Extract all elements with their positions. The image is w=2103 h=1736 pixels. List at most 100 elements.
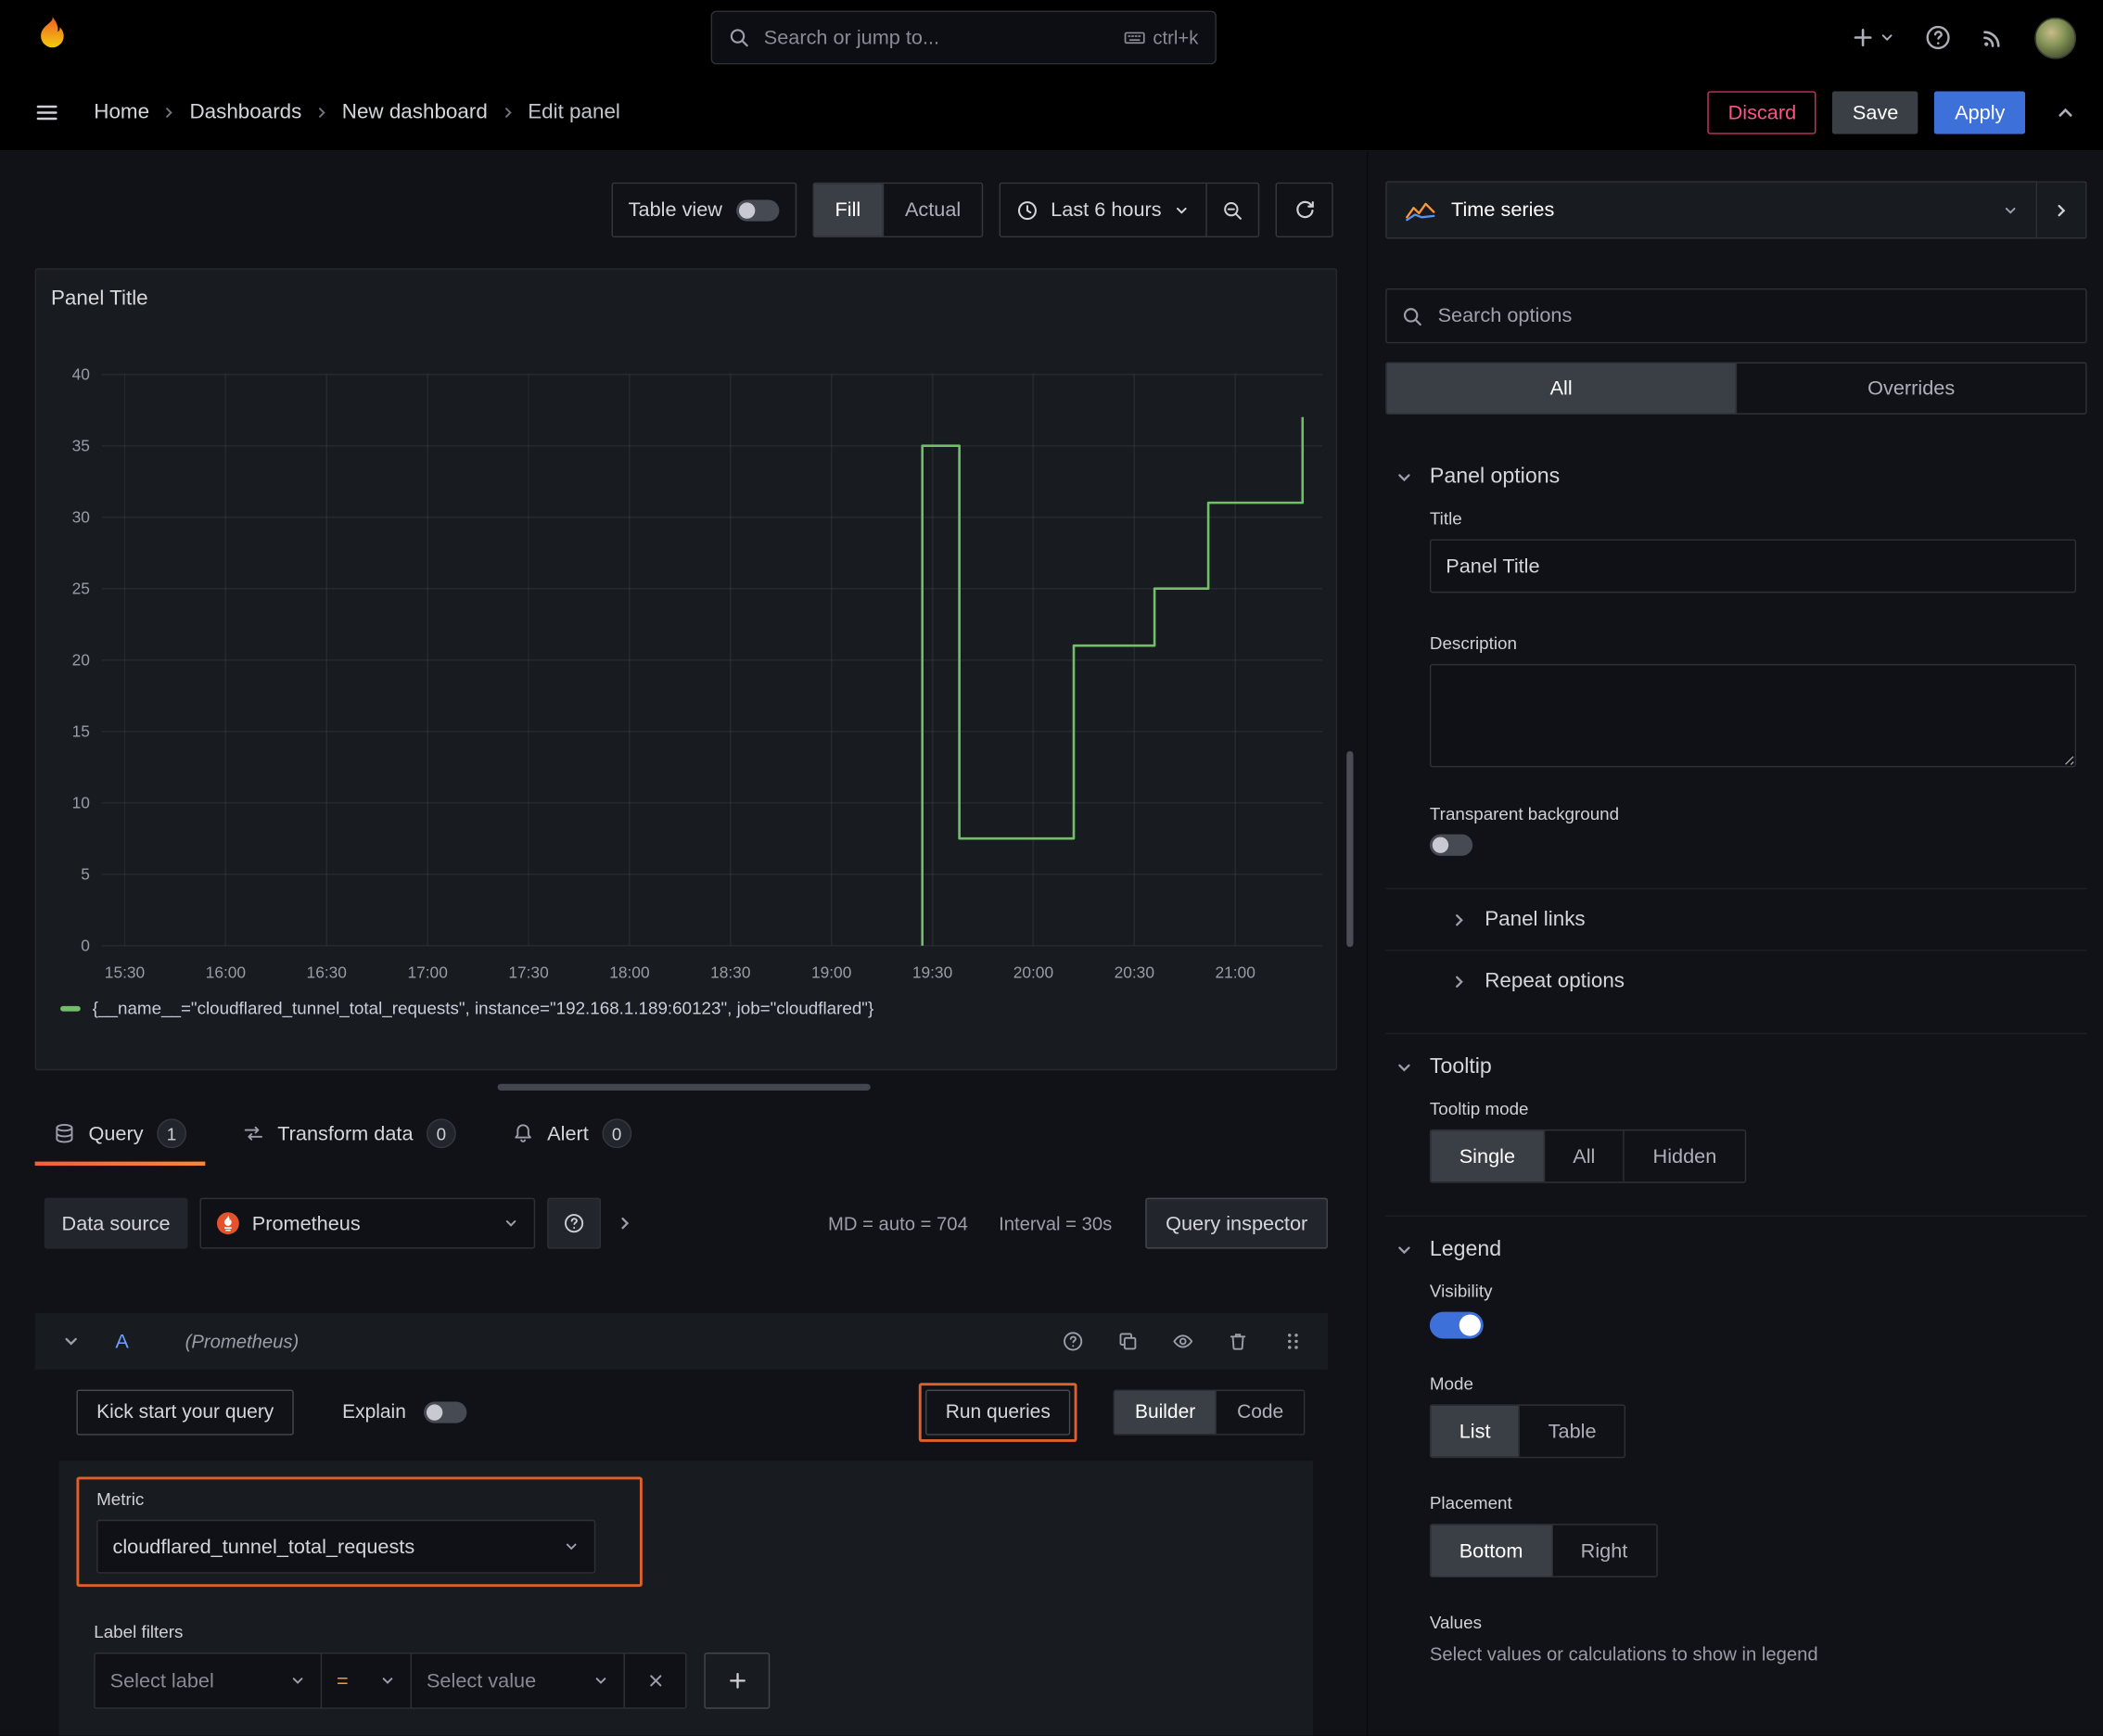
select-label-dropdown[interactable]: Select label xyxy=(94,1653,323,1709)
zoom-out-button[interactable] xyxy=(1207,184,1258,236)
run-queries-button[interactable]: Run queries xyxy=(925,1389,1071,1436)
list-label: List xyxy=(1459,1420,1491,1443)
breadcrumb: Home Dashboards New dashboard Edit panel xyxy=(94,100,620,124)
explain-toggle[interactable] xyxy=(423,1401,466,1423)
run-queries-label: Run queries xyxy=(945,1401,1051,1423)
add-button[interactable] xyxy=(1851,25,1895,49)
series-swatch[interactable] xyxy=(60,1005,81,1011)
avatar[interactable] xyxy=(2034,17,2077,58)
scrollbar-thumb[interactable] xyxy=(1346,751,1354,948)
visualization-picker[interactable]: Time series xyxy=(1385,181,2038,239)
menu-toggle-button[interactable] xyxy=(30,96,65,131)
eye-icon xyxy=(1173,1334,1193,1348)
pane-resize-handle[interactable] xyxy=(496,1083,871,1091)
legend-mode-table[interactable]: Table xyxy=(1518,1405,1625,1457)
chevron-down-icon xyxy=(1398,474,1410,482)
svg-text:10: 10 xyxy=(72,793,90,811)
interval-stat: Interval = 30s xyxy=(999,1212,1113,1234)
tooltip-mode-hidden[interactable]: Hidden xyxy=(1623,1130,1745,1182)
news-button[interactable] xyxy=(1981,25,2005,49)
close-icon xyxy=(649,1675,661,1687)
breadcrumb-home[interactable]: Home xyxy=(94,100,149,124)
options-search-input[interactable] xyxy=(1434,302,2071,329)
legend-header[interactable]: Legend xyxy=(1395,1238,2086,1262)
legend-mode-list[interactable]: List xyxy=(1431,1405,1519,1457)
query-actions-row: Kick start your query Explain Run querie… xyxy=(35,1383,1328,1442)
global-search-input[interactable] xyxy=(760,24,1112,51)
svg-text:17:30: 17:30 xyxy=(508,963,548,981)
table-view-toggle[interactable] xyxy=(735,198,779,221)
builder-label: Builder xyxy=(1134,1401,1196,1423)
legend-mode-label: Mode xyxy=(1429,1373,1473,1394)
chevron-down-icon xyxy=(65,1337,77,1346)
select-value-dropdown[interactable]: Select value xyxy=(410,1653,626,1709)
collapse-query-button[interactable] xyxy=(59,1329,83,1353)
tab-query-count: 1 xyxy=(157,1118,186,1149)
panel-title-input[interactable] xyxy=(1429,539,2077,594)
tab-transform-data[interactable]: Transform data 0 xyxy=(223,1102,475,1166)
panel-options-header[interactable]: Panel options xyxy=(1395,466,2086,490)
global-search[interactable]: ctrl+k xyxy=(709,10,1217,65)
tooltip-mode-single[interactable]: Single xyxy=(1431,1130,1544,1182)
panel-options-title: Panel options xyxy=(1429,465,1561,489)
tab-alert[interactable]: Alert 0 xyxy=(493,1102,650,1166)
apply-button[interactable]: Apply xyxy=(1934,91,2026,134)
tooltip-mode-all[interactable]: All xyxy=(1543,1130,1623,1182)
help-button[interactable] xyxy=(1925,24,1952,51)
clock-icon xyxy=(1018,200,1038,220)
svg-text:19:30: 19:30 xyxy=(912,963,952,981)
operator-dropdown[interactable]: = xyxy=(320,1653,413,1709)
kick-start-button[interactable]: Kick start your query xyxy=(76,1389,295,1436)
save-label: Save xyxy=(1852,101,1899,124)
section-panel-links[interactable]: Panel links xyxy=(1385,887,2087,951)
series-label[interactable]: {__name__="cloudflared_tunnel_total_requ… xyxy=(93,998,873,1018)
svg-text:30: 30 xyxy=(72,507,90,526)
metric-select[interactable]: cloudflared_tunnel_total_requests xyxy=(96,1519,596,1574)
editor-mode-builder[interactable]: Builder xyxy=(1115,1390,1216,1435)
datasource-picker[interactable]: Prometheus xyxy=(199,1197,535,1249)
legend-visibility-toggle[interactable] xyxy=(1429,1311,1484,1339)
duplicate-query-button[interactable] xyxy=(1115,1328,1141,1355)
breadcrumb-new-dashboard[interactable]: New dashboard xyxy=(342,100,488,124)
query-help-button[interactable] xyxy=(1060,1328,1087,1355)
refresh-button[interactable] xyxy=(1275,182,1333,238)
display-mode-actual[interactable]: Actual xyxy=(882,184,982,236)
grafana-logo[interactable] xyxy=(30,15,75,60)
datasource-help-button[interactable] xyxy=(546,1197,601,1249)
display-mode-fill[interactable]: Fill xyxy=(813,184,883,236)
run-queries-highlight: Run queries xyxy=(918,1383,1077,1442)
query-inspector-button[interactable]: Query inspector xyxy=(1145,1197,1328,1249)
expand-query-options-button[interactable] xyxy=(613,1211,637,1235)
toggle-visibility-button[interactable] xyxy=(1169,1328,1196,1355)
keyboard-icon xyxy=(1124,32,1145,45)
time-series-chart[interactable]: 0 5 10 15 20 25 30 35 40 15:30 16:00 16:30 17:00 17:3… xyxy=(36,324,1338,1035)
save-button[interactable]: Save xyxy=(1832,91,1919,134)
breadcrumb-dashboards[interactable]: Dashboards xyxy=(189,100,301,124)
tooltip-mode-label: Tooltip mode xyxy=(1429,1098,1529,1119)
options-search[interactable] xyxy=(1385,287,2087,344)
description-textarea[interactable] xyxy=(1429,663,2077,768)
collapse-options-button[interactable] xyxy=(2049,96,2082,129)
add-filter-button[interactable] xyxy=(704,1653,771,1709)
legend-placement-bottom[interactable]: Bottom xyxy=(1431,1525,1551,1576)
viz-suggestions-button[interactable] xyxy=(2037,181,2087,239)
discard-button[interactable]: Discard xyxy=(1707,91,1816,134)
single-label: Single xyxy=(1459,1144,1516,1168)
tooltip-header[interactable]: Tooltip xyxy=(1395,1055,2086,1079)
tab-transform-label: Transform data xyxy=(277,1121,414,1145)
tooltip-title: Tooltip xyxy=(1429,1055,1492,1079)
legend-placement-right[interactable]: Right xyxy=(1550,1525,1656,1576)
section-repeat-options[interactable]: Repeat options xyxy=(1385,950,2087,1012)
options-tab-all[interactable]: All xyxy=(1386,363,1736,414)
editor-mode-code[interactable]: Code xyxy=(1215,1390,1304,1435)
drag-query-handle[interactable] xyxy=(1280,1328,1306,1355)
tab-query[interactable]: Query 1 xyxy=(34,1102,205,1166)
query-ref-id[interactable]: A xyxy=(115,1330,128,1353)
delete-query-button[interactable] xyxy=(1225,1328,1252,1355)
options-tab-overrides[interactable]: Overrides xyxy=(1735,363,2086,414)
time-range-picker[interactable]: Last 6 hours xyxy=(1001,198,1206,222)
tab-transform-count: 0 xyxy=(426,1118,456,1149)
remove-filter-button[interactable] xyxy=(623,1653,687,1709)
transparent-background-toggle[interactable] xyxy=(1429,834,1473,856)
select-label-placeholder: Select label xyxy=(109,1669,214,1692)
